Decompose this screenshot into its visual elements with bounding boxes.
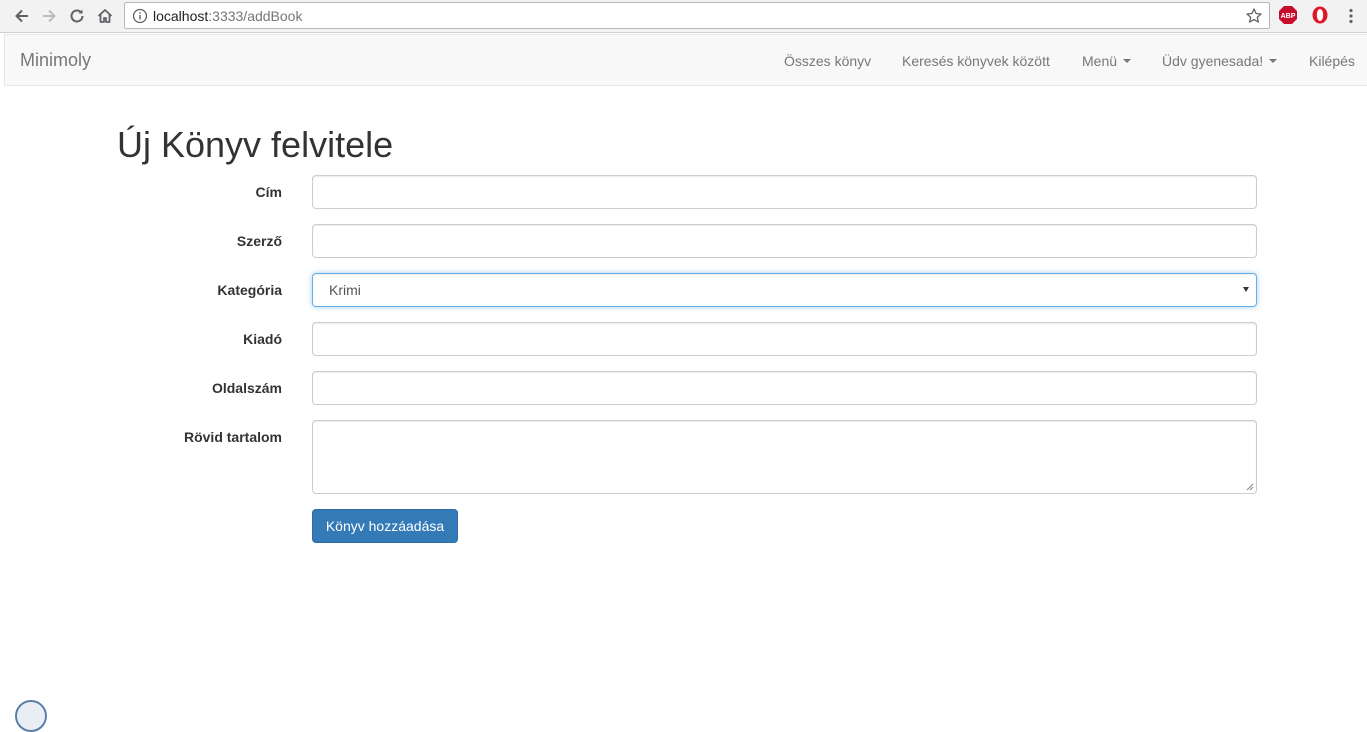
url-host: localhost [153, 8, 209, 24]
nav-menu-label: Menü [1082, 53, 1118, 69]
add-book-button[interactable]: Könyv hozzáadása [312, 509, 458, 543]
title-input[interactable] [312, 175, 1257, 209]
opera-icon[interactable] [1310, 5, 1330, 25]
star-icon[interactable] [1245, 7, 1263, 25]
back-icon[interactable] [11, 5, 33, 27]
author-label: Szerző [236, 233, 282, 249]
publisher-label: Kiadó [243, 331, 282, 347]
nav-search-books[interactable]: Keresés könyvek között [902, 52, 1050, 70]
address-bar[interactable]: localhost:3333/addBook [124, 2, 1270, 29]
category-label: Kategória [217, 282, 282, 298]
category-select[interactable]: Krimi [312, 273, 1257, 307]
publisher-input[interactable] [312, 322, 1257, 356]
brand-link[interactable]: Minimoly [20, 50, 91, 70]
nav-user-dropdown[interactable]: Üdv gyenesada! [1162, 52, 1278, 70]
browser-toolbar: localhost:3333/addBook ABP [0, 0, 1367, 33]
floating-widget-icon[interactable] [15, 700, 47, 732]
reload-icon[interactable] [66, 5, 88, 27]
pages-input[interactable] [312, 371, 1257, 405]
forward-icon[interactable] [38, 5, 60, 27]
nav-logout[interactable]: Kilépés [1309, 52, 1355, 70]
adblock-plus-icon[interactable]: ABP [1278, 5, 1298, 25]
info-icon[interactable] [132, 8, 148, 24]
nav-menu-dropdown[interactable]: Menü [1082, 52, 1132, 70]
author-input[interactable] [312, 224, 1257, 258]
category-selected-value: Krimi [329, 282, 361, 298]
chevron-down-icon [1269, 59, 1278, 64]
dropdown-arrow-icon [1243, 287, 1249, 292]
home-icon[interactable] [94, 5, 116, 27]
nav-all-books[interactable]: Összes könyv [784, 52, 871, 70]
page-title: Új Könyv felvitele [117, 124, 394, 165]
title-label: Cím [255, 184, 282, 200]
url-path: :3333/addBook [208, 8, 303, 24]
url-text[interactable]: localhost:3333/addBook [153, 8, 302, 24]
summary-label: Rövid tartalom [183, 429, 282, 445]
more-menu-icon[interactable] [1342, 7, 1360, 25]
resize-handle-icon[interactable] [1246, 483, 1254, 491]
app-navbar: Minimoly Összes könyv Keresés könyvek kö… [4, 34, 1367, 86]
summary-textarea[interactable] [312, 420, 1257, 494]
nav-user-label: Üdv gyenesada! [1162, 53, 1264, 69]
pages-label: Oldalszám [211, 380, 282, 396]
abp-label: ABP [1281, 13, 1296, 20]
chevron-down-icon [1123, 59, 1132, 64]
